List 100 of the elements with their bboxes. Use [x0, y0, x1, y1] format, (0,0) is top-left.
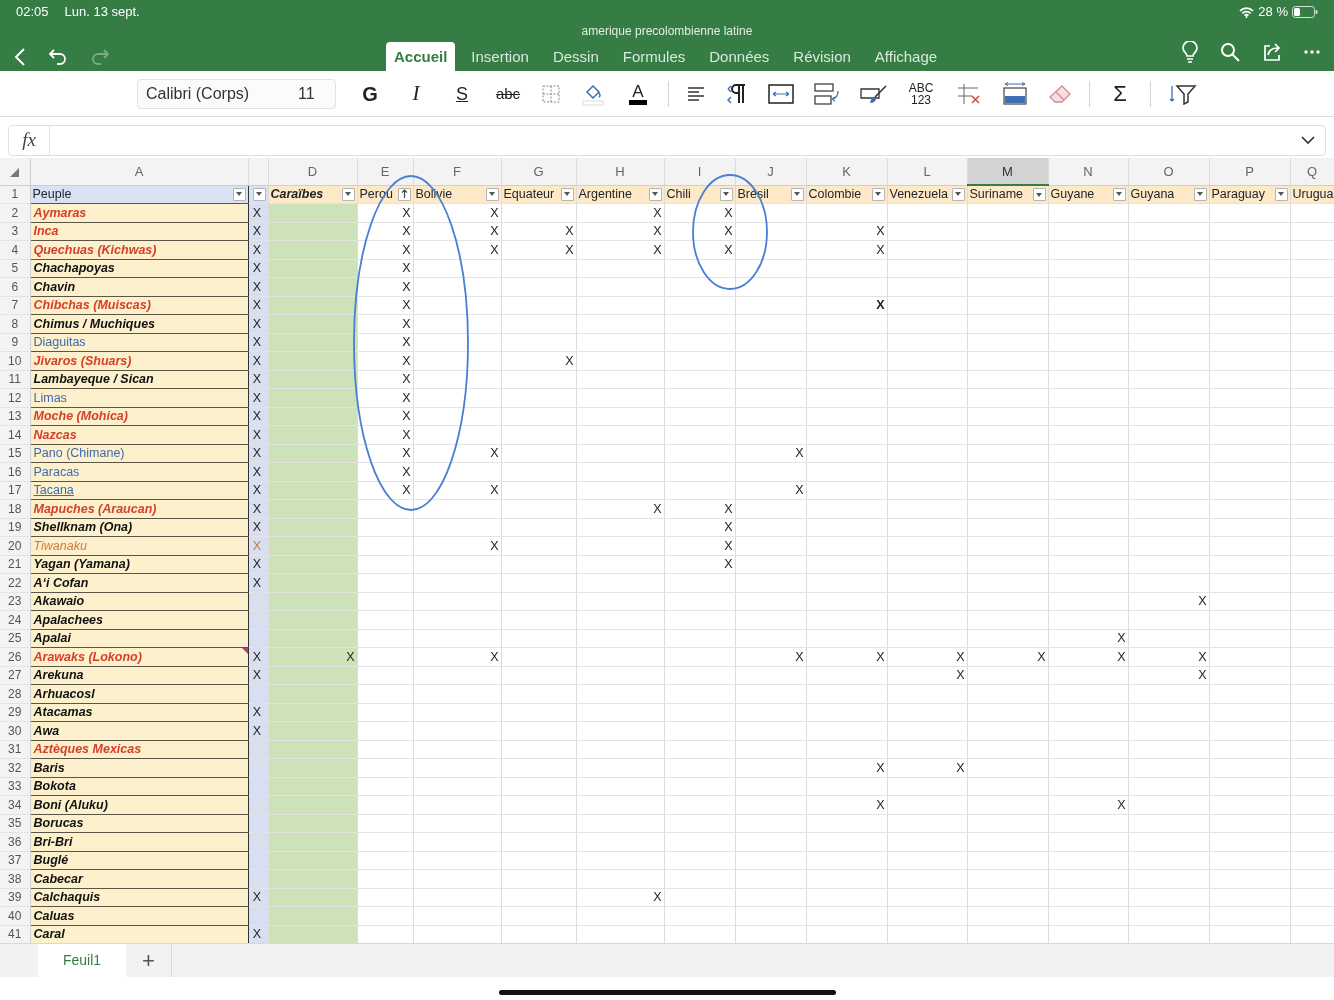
ribbon-tab[interactable]: Dessin [544, 42, 607, 71]
table-cell: X [576, 888, 664, 907]
sheet-tab[interactable]: Feuil1 [38, 944, 126, 977]
align-left-icon[interactable] [686, 85, 706, 102]
more-icon[interactable] [1304, 50, 1320, 54]
table-cell: X [735, 647, 806, 666]
column-header[interactable]: A [30, 158, 248, 185]
wrap-text-icon[interactable] [814, 82, 840, 105]
filter-dropdown-button[interactable] [871, 187, 885, 201]
font-color-button[interactable]: A [618, 77, 658, 110]
column-header[interactable]: J [735, 158, 806, 185]
sort-filter-icon[interactable] [1168, 82, 1198, 105]
back-icon[interactable] [14, 47, 26, 67]
table-cell: X [413, 444, 501, 463]
table-cell: X [576, 240, 664, 259]
table-cell: X [357, 259, 413, 278]
column-title: Argentine [578, 188, 632, 201]
table-cell: X [664, 555, 735, 574]
font-field[interactable]: Calibri (Corps) 11 [137, 78, 336, 109]
table-cell: X [1128, 592, 1209, 611]
table-cell: X [357, 222, 413, 241]
ribbon-tab[interactable]: Affichage [866, 42, 946, 71]
table-cell: X [576, 222, 664, 241]
table-cell: X [1048, 795, 1128, 814]
filter-dropdown-button[interactable] [1274, 187, 1288, 201]
underline-button[interactable]: S [442, 77, 482, 110]
column-header[interactable]: N [1048, 158, 1128, 185]
column-header[interactable]: L [887, 158, 967, 185]
filter-dropdown-button[interactable] [719, 187, 733, 201]
table-cell: X [576, 203, 664, 222]
table-cell: X [664, 518, 735, 537]
table-cell: X [357, 351, 413, 370]
ribbon-tab[interactable]: Insertion [463, 42, 537, 71]
cell-size-icon[interactable] [1002, 81, 1028, 106]
paragraph-icon[interactable] [726, 82, 748, 105]
filter-dropdown-button[interactable] [397, 187, 411, 201]
column-header[interactable]: K [806, 158, 887, 185]
table-cell: X [887, 647, 967, 666]
column-header[interactable]: F [413, 158, 501, 185]
column-header[interactable]: M [967, 158, 1048, 185]
table-cell: X [1048, 629, 1128, 648]
table-cell: X [735, 481, 806, 500]
table-cell: X [413, 647, 501, 666]
column-header[interactable]: E [357, 158, 413, 185]
table-cell: X [357, 277, 413, 296]
table-cell: X [413, 222, 501, 241]
ribbon-tab[interactable]: Données [701, 42, 778, 71]
filter-dropdown-button[interactable] [341, 187, 355, 201]
filter-dropdown-button[interactable] [485, 187, 499, 201]
table-cell: X [357, 240, 413, 259]
battery-percent: 28 % [1258, 3, 1288, 22]
column-title: Caraïbes [270, 188, 324, 201]
filter-dropdown-button[interactable] [1032, 188, 1046, 201]
column-header[interactable]: Q [1290, 158, 1334, 185]
share-icon[interactable] [1262, 42, 1282, 62]
column-header[interactable]: D [268, 158, 357, 185]
table-cell: X [501, 222, 576, 241]
table-cell: X [1128, 647, 1209, 666]
filter-dropdown-button[interactable] [252, 187, 266, 201]
undo-icon[interactable] [48, 47, 68, 67]
column-width-icon[interactable] [768, 83, 794, 104]
column-title: Guyana [1130, 188, 1175, 201]
filter-dropdown-button[interactable] [232, 187, 246, 201]
column-header[interactable]: O [1128, 158, 1209, 185]
bold-button[interactable]: G [350, 77, 390, 110]
column-title: Paraguay [1211, 188, 1265, 201]
format-brush-icon[interactable] [860, 82, 888, 105]
table-cell: X [887, 666, 967, 685]
ribbon-tab[interactable]: Accueil [386, 42, 456, 71]
filter-dropdown-button[interactable] [951, 187, 965, 201]
filter-dropdown-button[interactable] [648, 187, 662, 201]
ribbon-tab[interactable]: Révision [785, 42, 859, 71]
eraser-icon[interactable] [1048, 83, 1072, 104]
lightbulb-icon[interactable] [1182, 41, 1198, 63]
select-all-icon[interactable] [10, 167, 20, 177]
search-icon[interactable] [1220, 42, 1240, 62]
column-title: Suriname [969, 188, 1023, 201]
autosum-button[interactable]: Σ [1100, 77, 1140, 110]
filter-dropdown-button[interactable] [790, 187, 804, 201]
italic-button[interactable]: I [396, 77, 436, 110]
table-cell: X [664, 203, 735, 222]
column-title: Venezuela [889, 188, 948, 201]
column-header[interactable]: P [1209, 158, 1290, 185]
column-title: Chili [666, 188, 691, 201]
table-cell: X [806, 647, 887, 666]
strikethrough-button[interactable]: abc [488, 77, 528, 110]
filter-dropdown-button[interactable] [1112, 187, 1126, 201]
filter-dropdown-button[interactable] [560, 187, 574, 201]
column-header[interactable]: H [576, 158, 664, 185]
add-sheet-button[interactable]: + [126, 944, 172, 977]
status-date: Lun. 13 sept. [64, 3, 140, 22]
column-header[interactable]: I [664, 158, 735, 185]
filter-dropdown-button[interactable] [1193, 187, 1207, 201]
table-cell: X [357, 462, 413, 481]
column-header[interactable]: G [501, 158, 576, 185]
table-cell: X [357, 314, 413, 333]
table-cell: X [501, 240, 576, 259]
table-cell: X [664, 536, 735, 555]
ribbon-tab[interactable]: Formules [614, 42, 694, 71]
number-format-button[interactable]: ABC 123 [901, 77, 941, 110]
